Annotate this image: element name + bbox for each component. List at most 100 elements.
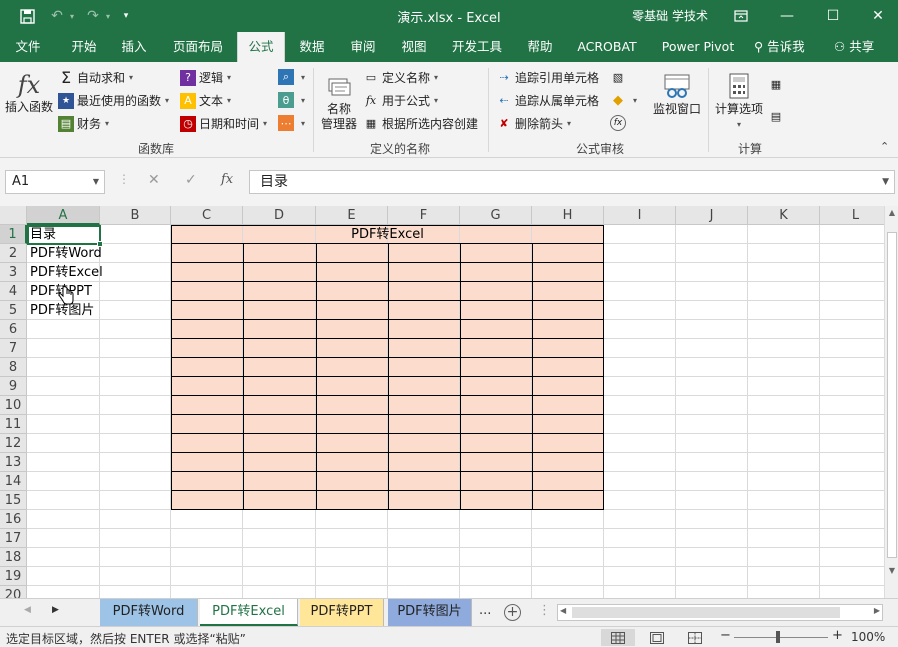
- row-header-16[interactable]: 16: [0, 510, 27, 529]
- column-header-F[interactable]: F: [388, 206, 460, 225]
- sheet-tab-pdf-image[interactable]: PDF转图片: [388, 599, 472, 626]
- maximize-button[interactable]: ☐: [810, 0, 856, 32]
- show-formulas-button[interactable]: ▧: [610, 69, 629, 85]
- insert-function-button[interactable]: fx 插入函数: [4, 70, 54, 115]
- trace-dependents-button[interactable]: ⇠ 追踪从属单元格: [496, 92, 599, 109]
- calculate-sheet-button[interactable]: ▤: [768, 108, 787, 124]
- row-header-3[interactable]: 3: [0, 263, 27, 282]
- column-header-E[interactable]: E: [316, 206, 388, 225]
- row-header-8[interactable]: 8: [0, 358, 27, 377]
- cell-A2[interactable]: PDF转Word: [27, 244, 102, 263]
- column-header-K[interactable]: K: [748, 206, 820, 225]
- tell-me-search[interactable]: ⚲ 告诉我: [754, 32, 805, 62]
- column-header-A[interactable]: A: [27, 206, 100, 225]
- tab-acrobat[interactable]: ACROBAT: [572, 32, 642, 62]
- merged-cell-C1[interactable]: PDF转Excel: [171, 225, 604, 244]
- tab-page-layout[interactable]: 页面布局: [166, 32, 230, 62]
- scroll-up-icon[interactable]: ▲: [885, 208, 898, 217]
- zoom-in-button[interactable]: +: [832, 628, 843, 643]
- tab-home[interactable]: 开始: [60, 32, 108, 62]
- user-name[interactable]: 零基础 学技术: [632, 7, 708, 24]
- row-header-20[interactable]: 20: [0, 586, 27, 598]
- tab-view[interactable]: 视图: [394, 32, 434, 62]
- more-sheets-button[interactable]: ...: [479, 603, 491, 618]
- autosum-button[interactable]: Σ 自动求和 ▾: [58, 68, 133, 87]
- column-header-H[interactable]: H: [532, 206, 604, 225]
- column-header-L[interactable]: L: [820, 206, 892, 225]
- cell-A3[interactable]: PDF转Excel: [27, 263, 103, 282]
- sheet-tab-pdf-excel[interactable]: PDF转Excel: [200, 599, 298, 626]
- tab-help[interactable]: 帮助: [520, 32, 560, 62]
- tab-file[interactable]: 文件: [6, 32, 50, 62]
- lookup-reference-button[interactable]: ⌕ ▾: [278, 69, 305, 85]
- column-header-C[interactable]: C: [171, 206, 243, 225]
- vertical-scrollbar[interactable]: ▲ ▼: [884, 206, 898, 598]
- expand-formula-bar-icon[interactable]: ▼: [882, 171, 889, 193]
- row-header-13[interactable]: 13: [0, 453, 27, 472]
- add-sheet-button[interactable]: +: [504, 604, 521, 621]
- page-break-view-button[interactable]: [678, 629, 712, 646]
- create-from-selection-button[interactable]: ▦ 根据所选内容创建: [363, 115, 478, 132]
- logical-button[interactable]: ? 逻辑 ▾: [180, 69, 231, 86]
- normal-view-button[interactable]: [601, 629, 635, 646]
- calculate-now-button[interactable]: ▦: [768, 76, 787, 92]
- zoom-slider-track[interactable]: [734, 637, 828, 638]
- worksheet-grid[interactable]: PDF转Excel ABCDEFGHIJKL 1 2 3 4 5 6 7 8 9 10 11 12 13…: [0, 206, 898, 598]
- confirm-entry-button[interactable]: ✓: [185, 172, 197, 188]
- tab-formulas[interactable]: 公式: [237, 32, 285, 62]
- tab-review[interactable]: 审阅: [343, 32, 383, 62]
- scroll-left-icon[interactable]: ◀: [560, 606, 566, 615]
- close-button[interactable]: ✕: [855, 0, 898, 32]
- column-header-B[interactable]: B: [100, 206, 171, 225]
- sheet-splitter[interactable]: ⋮: [538, 603, 551, 618]
- row-header-4[interactable]: 4: [0, 282, 27, 301]
- row-header-19[interactable]: 19: [0, 567, 27, 586]
- calculation-options-button[interactable]: 计算选项 ▾: [712, 70, 766, 132]
- select-all-button[interactable]: [0, 206, 27, 225]
- row-header-11[interactable]: 11: [0, 415, 27, 434]
- cancel-entry-button[interactable]: ✕: [148, 172, 160, 188]
- text-button[interactable]: A 文本 ▾: [180, 92, 231, 109]
- next-sheet-icon[interactable]: ▶: [52, 605, 59, 615]
- more-options-icon[interactable]: ⋮: [118, 172, 130, 186]
- trace-precedents-button[interactable]: ⇢ 追踪引用单元格: [496, 69, 599, 86]
- chevron-down-icon[interactable]: ▼: [93, 171, 99, 193]
- more-functions-button[interactable]: ⋯ ▾: [278, 115, 305, 131]
- column-header-J[interactable]: J: [676, 206, 748, 225]
- row-header-14[interactable]: 14: [0, 472, 27, 491]
- column-header-G[interactable]: G: [460, 206, 532, 225]
- formula-input[interactable]: 目录 ▼: [249, 170, 895, 194]
- row-header-1[interactable]: 1: [0, 225, 27, 244]
- name-box[interactable]: A1 ▼: [5, 170, 105, 194]
- horizontal-scroll-thumb[interactable]: [572, 607, 840, 618]
- collapse-ribbon-icon[interactable]: ⌃: [880, 140, 889, 153]
- row-header-15[interactable]: 15: [0, 491, 27, 510]
- page-layout-view-button[interactable]: [640, 629, 674, 646]
- tab-power-pivot[interactable]: Power Pivot: [655, 32, 741, 62]
- datetime-button[interactable]: ◷ 日期和时间 ▾: [180, 115, 267, 132]
- share-button[interactable]: ⚇ 共享: [834, 32, 874, 62]
- sheet-tab-pdf-word[interactable]: PDF转Word: [100, 599, 198, 626]
- tab-developer[interactable]: 开发工具: [446, 32, 508, 62]
- remove-arrows-button[interactable]: ✘ 删除箭头 ▾: [496, 115, 571, 132]
- minimize-button[interactable]: —: [764, 0, 810, 32]
- tab-data[interactable]: 数据: [292, 32, 332, 62]
- row-header-5[interactable]: 5: [0, 301, 27, 320]
- row-header-12[interactable]: 12: [0, 434, 27, 453]
- financial-button[interactable]: ▤ 财务 ▾: [58, 115, 109, 132]
- name-manager-button[interactable]: 名称 管理器: [318, 72, 360, 132]
- zoom-slider-thumb[interactable]: [776, 631, 780, 643]
- scroll-right-icon[interactable]: ▶: [874, 606, 880, 615]
- row-header-10[interactable]: 10: [0, 396, 27, 415]
- zoom-level[interactable]: 100%: [851, 630, 885, 644]
- error-checking-button[interactable]: ◆ ▾: [610, 92, 637, 108]
- tab-insert[interactable]: 插入: [112, 32, 156, 62]
- math-trig-button[interactable]: θ ▾: [278, 92, 305, 108]
- horizontal-scrollbar[interactable]: ◀ ▶: [557, 604, 883, 621]
- fill-handle[interactable]: [97, 241, 103, 247]
- define-name-button[interactable]: ▭ 定义名称 ▾: [363, 69, 438, 86]
- scroll-down-icon[interactable]: ▼: [885, 566, 898, 575]
- column-header-D[interactable]: D: [243, 206, 316, 225]
- watch-window-button[interactable]: 监视窗口: [650, 70, 704, 117]
- recently-used-button[interactable]: ★ 最近使用的函数 ▾: [58, 92, 169, 109]
